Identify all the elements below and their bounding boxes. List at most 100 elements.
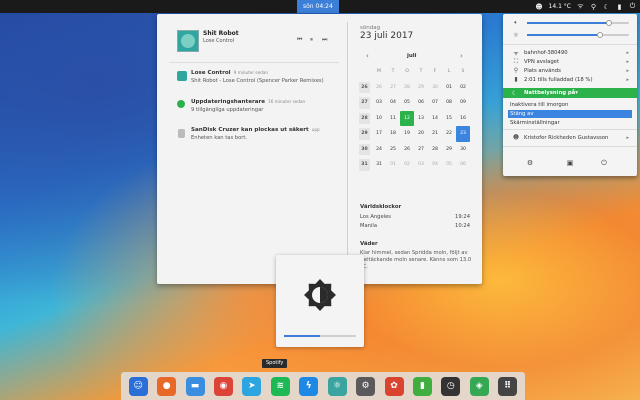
menu-item-network[interactable]: ᯤ bahnhof-380490 ▸: [503, 48, 637, 57]
notification-title[interactable]: Uppdateringshanterare 16 minuter sedan: [191, 99, 305, 105]
calendar-date[interactable]: 23 juli 2017: [360, 31, 413, 41]
next-month-button[interactable]: ›: [460, 52, 463, 60]
firefox-icon[interactable]: ●: [157, 376, 177, 396]
calendar-day[interactable]: 06: [456, 157, 470, 173]
menu-item-user[interactable]: ☻ Kristofer Rickheden Gustavsson ▸: [503, 133, 637, 142]
brightness-slider[interactable]: [527, 32, 629, 38]
calendar-day[interactable]: 30: [428, 80, 442, 96]
calendar-day[interactable]: 20: [414, 126, 428, 142]
network-label: bahnhof-380490: [524, 49, 568, 56]
calendar-day[interactable]: 31: [372, 157, 386, 173]
power-icon[interactable]: ⏻: [629, 2, 636, 10]
previous-month-button[interactable]: ‹: [366, 52, 369, 60]
calendar-day[interactable]: 18: [386, 126, 400, 142]
user-icon[interactable]: ☻: [535, 3, 542, 11]
calendar-day[interactable]: 12: [400, 110, 414, 126]
calendar-day[interactable]: 23: [456, 126, 470, 142]
volume-slider[interactable]: [527, 20, 629, 26]
calendar-day[interactable]: 02: [400, 157, 414, 173]
atom-icon[interactable]: ⚛: [327, 376, 347, 396]
calendar-day[interactable]: 04: [428, 157, 442, 173]
menu-item-location[interactable]: ⚲ Plats används ▸: [503, 66, 637, 75]
menu-item-night-light[interactable]: ☾ Nattbelysning på ▾: [503, 88, 637, 98]
previous-track-button[interactable]: ⏮: [297, 36, 302, 44]
messenger-icon[interactable]: ϟ: [299, 376, 319, 396]
rawtherapee-icon[interactable]: ✿: [384, 376, 404, 396]
calendar-day[interactable]: 04: [386, 95, 400, 111]
calendar-day[interactable]: 10: [372, 111, 386, 127]
media-subtitle: Lose Control: [203, 38, 235, 44]
night-light-turn-off[interactable]: Stäng av: [508, 110, 632, 118]
calendar-day[interactable]: 19: [400, 126, 414, 142]
calendar-day[interactable]: 28: [400, 80, 414, 96]
archive-icon[interactable]: ▮: [412, 376, 432, 396]
calendar-day[interactable]: 27: [386, 80, 400, 96]
night-light-disable-until-tomorrow[interactable]: Inaktivera till imorgon: [508, 101, 632, 109]
calendar-day[interactable]: 06: [414, 95, 428, 111]
calendar-weekday-header: F: [433, 69, 437, 75]
chevron-right-icon: ▸: [626, 134, 629, 141]
calendar-day[interactable]: 09: [456, 95, 470, 111]
calendar-day[interactable]: 07: [428, 95, 442, 111]
menu-item-battery[interactable]: ▮ 2:01 tills fulladdad (18 %) ▸: [503, 75, 637, 84]
calendar-day[interactable]: 05: [442, 157, 456, 173]
calendar-day[interactable]: 15: [442, 111, 456, 127]
calendar-day[interactable]: 01: [442, 80, 456, 96]
pause-button[interactable]: ⏸: [310, 36, 313, 44]
calendar-day[interactable]: 13: [414, 111, 428, 127]
telegram-icon[interactable]: ➤: [242, 376, 262, 396]
files-icon[interactable]: ▬: [185, 376, 205, 396]
usb-icon: [178, 129, 185, 138]
calendar-day[interactable]: 01: [386, 157, 400, 173]
calendar-day[interactable]: 26: [372, 80, 386, 96]
notification-title[interactable]: SanDisk Cruzer kan plockas ut säkert upp: [191, 127, 320, 133]
calendar-day[interactable]: 29: [442, 142, 456, 158]
top-bar-clock[interactable]: sön 04:24: [297, 0, 339, 13]
maps-icon[interactable]: ◈: [469, 376, 489, 396]
calendar-day[interactable]: 03: [372, 95, 386, 111]
settings-button[interactable]: ⚙: [523, 158, 537, 168]
network-icon[interactable]: ᯤ: [577, 2, 584, 10]
battery-icon[interactable]: ▮: [616, 3, 623, 11]
settings-icon[interactable]: ⚙: [356, 376, 376, 396]
calendar-day[interactable]: 05: [400, 95, 414, 111]
notification-title[interactable]: Lose Control 9 minuter sedan: [191, 70, 268, 76]
menu-item-vpn[interactable]: ⛶ VPN avslaget ▸: [503, 57, 637, 66]
calendar-day[interactable]: 25: [386, 142, 400, 158]
system-menu: 🔈︎ ☼ ᯤ bahnhof-380490 ▸ ⛶ VPN avslaget ▸…: [503, 14, 637, 176]
calendar-day[interactable]: 02: [456, 80, 470, 96]
finder-icon[interactable]: ☺: [128, 376, 148, 396]
calendar-day[interactable]: 24: [372, 142, 386, 158]
calendar-day[interactable]: 11: [386, 111, 400, 127]
calendar-day[interactable]: 08: [442, 95, 456, 111]
spotify-icon[interactable]: ≋: [270, 376, 290, 396]
calendar-day[interactable]: 27: [414, 142, 428, 158]
calendar-day[interactable]: 22: [442, 126, 456, 142]
calendar-day[interactable]: 29: [414, 80, 428, 96]
calendar-day[interactable]: 30: [456, 142, 470, 158]
calendar-day[interactable]: 28: [428, 142, 442, 158]
lock-button[interactable]: ▣: [563, 158, 577, 168]
app-grid-icon[interactable]: ⠿: [498, 376, 518, 396]
calendar-day[interactable]: 17: [372, 126, 386, 142]
calendar-day[interactable]: 14: [428, 111, 442, 127]
calendar-day[interactable]: 03: [414, 157, 428, 173]
clock-icon[interactable]: ◷: [441, 376, 461, 396]
calendar-day[interactable]: 26: [400, 142, 414, 158]
system-tray[interactable]: ☻ 14.1 °C ᯤ ⚲ ☾ ▮ ⏻: [535, 0, 636, 13]
calendar-day[interactable]: 21: [428, 126, 442, 142]
calendar-weekday-header: L: [447, 69, 451, 75]
weather-temperature[interactable]: 14.1 °C: [549, 3, 571, 10]
brightness-slider-knob[interactable]: [597, 32, 604, 38]
location-icon[interactable]: ⚲: [590, 3, 597, 11]
display-settings[interactable]: Skärminställningar: [508, 119, 632, 127]
volume-slider-knob[interactable]: [605, 20, 612, 26]
notification-body: Enheten kan tas bort.: [191, 135, 248, 141]
brightness-icon: [304, 279, 336, 311]
chevron-right-icon: ▸: [626, 76, 629, 83]
chrome-icon[interactable]: ◉: [213, 376, 233, 396]
next-track-button[interactable]: ⏭: [322, 36, 327, 44]
moon-icon[interactable]: ☾: [603, 3, 610, 11]
power-button[interactable]: ⏻: [597, 158, 611, 168]
calendar-day[interactable]: 16: [456, 111, 470, 127]
